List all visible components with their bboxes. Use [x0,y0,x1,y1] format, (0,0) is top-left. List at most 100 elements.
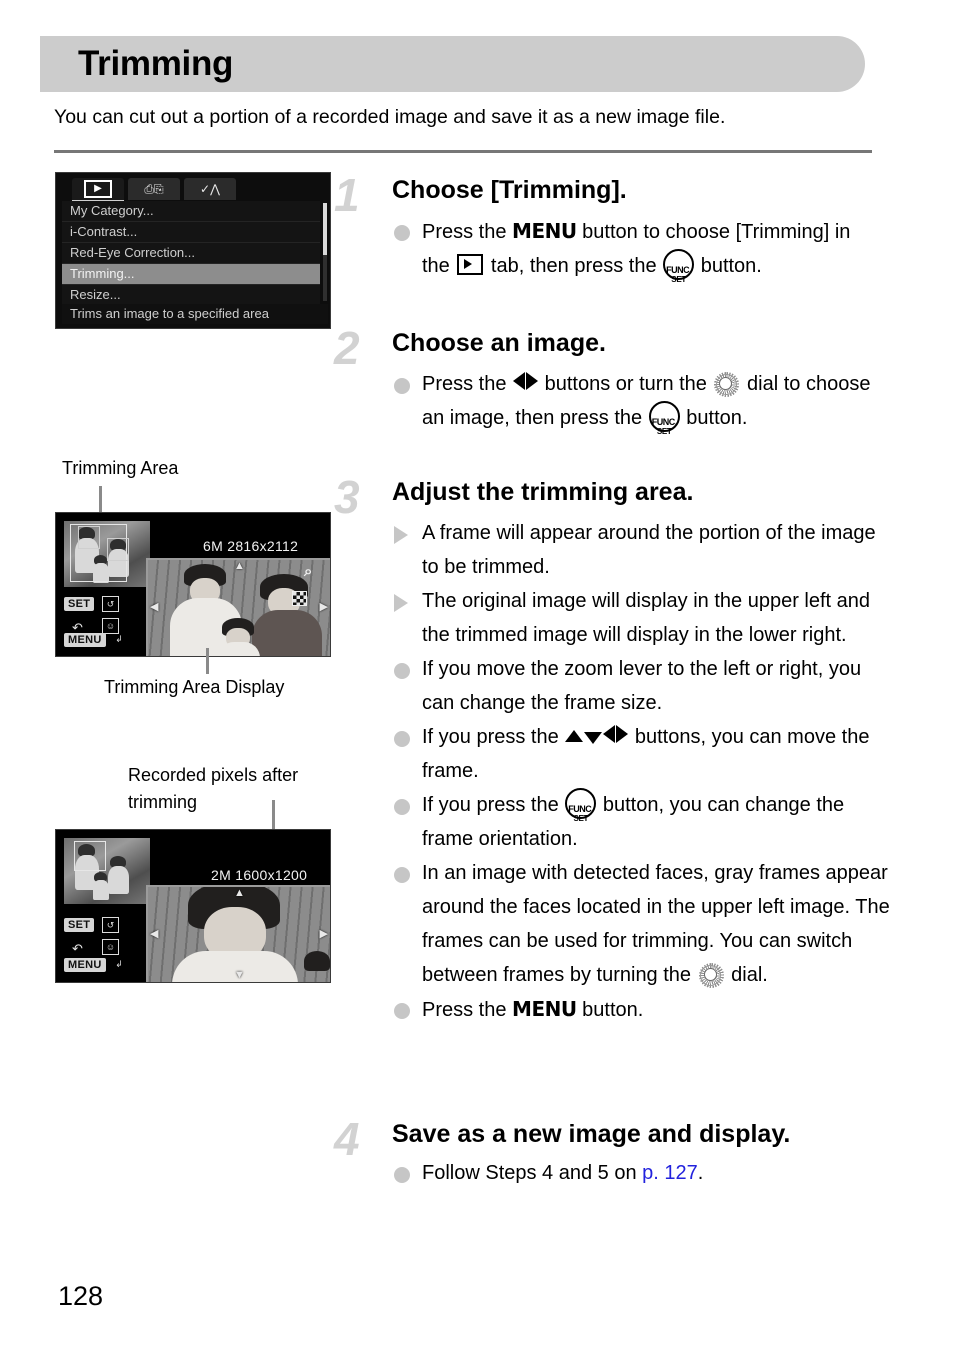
header-divider [54,150,872,153]
menu-item-red-eye-correction[interactable]: Red-Eye Correction... [62,243,320,264]
print-tab[interactable]: ⎙⎘ [128,178,180,200]
play-icon [457,254,484,275]
left-arrow-indicator-2: ◀ [150,928,159,940]
down-arrow-indicator-2: ▼ [234,969,245,981]
step-1-number: 1 [334,169,360,221]
bullet-item: Press the MENU button. [392,992,892,1027]
step-3-number: 3 [334,471,360,523]
step-1-bullets: Press the MENU button to choose [Trimmin… [392,214,879,284]
trimming-area-display-caption: Trimming Area Display [104,677,285,697]
menu-return-icon-2: ↲ [115,958,123,969]
resolution-label-2: 2M 1600x1200 [211,867,308,883]
down-arrow-icon [584,732,603,744]
dot-bullet-icon [394,663,410,679]
bullet-item: Press the MENU button to choose [Trimmin… [392,214,879,284]
trimmed-preview-pane-2: ▲ ◀ ▶ ▼ [146,885,330,982]
printer-icon: ⎙⎘ [144,182,164,196]
right-arrow-indicator-2: ▶ [319,928,328,940]
manual-page: Trimming You can cut out a portion of a … [0,0,954,1345]
left-arrow-icon [603,725,616,743]
trimming-area-callout-label: Trimming Area [62,458,179,478]
menu-word-label: MENU [512,219,577,243]
bullet-text: The original image will display in the u… [422,590,871,646]
func-set-icon: FUNC. SET [648,401,680,436]
page-intro: You can cut out a portion of a recorded … [54,106,726,128]
bullet-item: If you press the buttons, you can move t… [392,720,892,788]
menu-item-trimming[interactable]: Trimming... [62,264,320,285]
trimming-screen-6m: SET ↺ ↶ ☺ MENU ↲ 6M 2816x2112 ▲ ◀ ▶ ⌕ [55,512,331,657]
rotate-frame-icon: ↺ [102,596,119,612]
step-2-heading: Choose an image. [392,329,606,357]
trimming-area-frame-2 [74,841,106,871]
func-set-icon: FUNC. SET [663,249,695,284]
up-arrow-indicator: ▲ [234,560,245,572]
triangle-bullet-icon [394,594,408,612]
menu-tabbar: ▶ ⎙⎘ ✓⋀ [62,178,324,202]
menu-hint-text: Trims an image to a specified area [62,304,328,324]
set-badge: SET [64,597,95,611]
menu-item-i-contrast[interactable]: i-Contrast... [62,222,320,243]
page-title: Trimming [78,44,234,83]
control-dial-icon [714,372,740,397]
menu-badge-2: MENU [64,958,106,972]
bullet-item: A frame will appear around the portion o… [392,516,892,584]
face-frame-2 [107,538,129,561]
triangle-bullet-icon [394,526,408,544]
dot-bullet-icon [394,1167,410,1183]
original-image-thumbnail-2 [64,838,150,904]
bullet-item: Press the buttons or turn the dial to ch… [392,367,879,436]
menu-badge: MENU [64,633,106,647]
right-arrow-icon [526,372,539,390]
menu-item-my-category[interactable]: My Category... [62,201,320,222]
step-2-number: 2 [334,322,360,374]
original-image-thumbnail [64,521,150,587]
dot-bullet-icon [394,799,410,815]
bullet-text: A frame will appear around the portion o… [422,522,876,578]
control-dial-icon [698,963,724,988]
resolution-label: 6M 2816x2112 [203,538,299,554]
menu-item-list: My Category... i-Contrast... Red-Eye Cor… [62,201,320,306]
playback-tab[interactable]: ▶ [72,178,124,202]
bullet-text: If you move the zoom lever to the left o… [422,658,862,714]
func-set-icon: FUNC. SET [565,788,597,823]
dial-turn-icon-2: ↶ [72,941,83,956]
trimming-display-leader-line [206,648,209,674]
bullet-item: If you move the zoom lever to the left o… [392,652,892,720]
page-reference-link[interactable]: p. 127 [642,1162,698,1184]
face-frame-1 [78,526,100,549]
bullet-item: In an image with detected faces, gray fr… [392,856,892,992]
step-2-bullets: Press the buttons or turn the dial to ch… [392,367,879,436]
step-4-heading: Save as a new image and display. [392,1120,791,1148]
bullet-item: Follow Steps 4 and 5 on p. 127. [392,1156,879,1190]
dot-bullet-icon [394,867,410,883]
right-arrow-indicator: ▶ [319,601,328,613]
step-4-bullets: Follow Steps 4 and 5 on p. 127. [392,1156,879,1190]
rotate-frame-icon-2: ↺ [102,917,119,933]
step-3-heading: Adjust the trimming area. [392,478,694,506]
left-arrow-indicator: ◀ [150,601,159,613]
dot-bullet-icon [394,1003,410,1019]
step-4-number: 4 [334,1113,360,1165]
menu-scrollbar-thumb[interactable] [323,203,327,255]
bullet-item: If you press the FUNC. SET button, you ca… [392,788,892,856]
settings-tab[interactable]: ✓⋀ [184,178,236,200]
dot-bullet-icon [394,731,410,747]
wrench-hammer-icon: ✓⋀ [200,182,220,196]
dot-bullet-icon [394,378,410,394]
face-select-icon-2: ☺ [102,939,119,955]
menu-item-resize[interactable]: Resize... [62,285,320,306]
bullet-item: The original image will display in the u… [392,584,892,652]
step-1-heading: Choose [Trimming]. [392,176,627,204]
zoom-magnify-icon: ⌕ [304,563,313,580]
aspect-pattern-icon [292,591,307,606]
play-icon: ▶ [84,180,112,198]
left-arrow-icon [513,372,526,390]
camera-menu-screenshot: ▶ ⎙⎘ ✓⋀ My Category... i-Contrast... Red… [55,172,331,329]
up-arrow-indicator-2: ▲ [234,887,245,899]
trimming-screen-2m: SET ↺ ↶ ☺ MENU ↲ 2M 1600x1200 ▲ ◀ ▶ ▼ [55,829,331,983]
menu-word-label: MENU [512,997,577,1021]
page-number: 128 [58,1281,104,1311]
right-arrow-icon [616,725,629,743]
up-arrow-icon [565,730,584,742]
step-3-bullets: A frame will appear around the portion o… [392,516,892,1027]
